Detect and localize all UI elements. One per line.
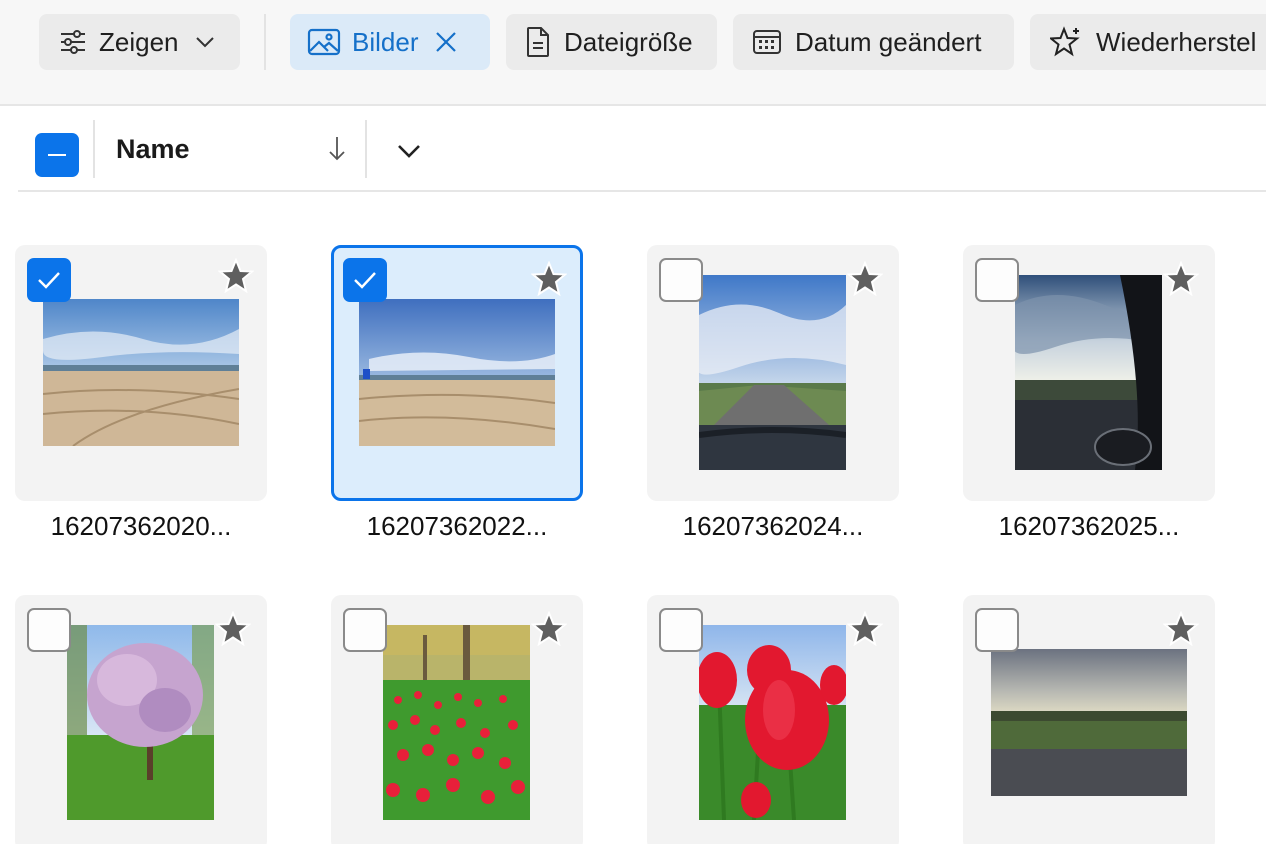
toolbar-divider xyxy=(264,14,266,70)
file-name: 16207362024... xyxy=(682,511,864,541)
file-checkbox[interactable] xyxy=(975,608,1019,652)
document-icon xyxy=(520,24,556,60)
file-checkbox[interactable] xyxy=(27,608,71,652)
file-tile[interactable] xyxy=(15,595,267,844)
close-icon[interactable] xyxy=(428,24,464,60)
file-size-filter-button[interactable]: Dateigröße xyxy=(506,14,717,70)
file-tile[interactable] xyxy=(963,245,1215,501)
image-icon xyxy=(306,24,342,60)
file-checkbox[interactable] xyxy=(343,608,387,652)
favorite-star-icon[interactable] xyxy=(217,257,255,294)
file-tile[interactable] xyxy=(647,245,899,501)
file-checkbox[interactable] xyxy=(659,258,703,302)
column-header-row: Name xyxy=(18,106,1266,192)
calendar-icon xyxy=(749,24,785,60)
chevron-down-icon xyxy=(187,24,223,60)
file-checkbox[interactable] xyxy=(343,258,387,302)
restore-filter-label: Wiederherstel xyxy=(1096,26,1257,57)
file-size-filter-label: Dateigröße xyxy=(564,26,693,57)
date-modified-filter-label: Datum geändert xyxy=(795,26,982,57)
file-name: 16207362022... xyxy=(366,511,548,541)
images-filter-chip[interactable]: Bilder xyxy=(290,14,490,70)
favorite-star-icon[interactable] xyxy=(530,610,568,647)
favorite-star-icon[interactable] xyxy=(530,260,568,297)
blossom-tree-thumbnail xyxy=(67,625,214,820)
show-filter-button[interactable]: Zeigen xyxy=(39,14,240,70)
file-tile-selected[interactable] xyxy=(331,245,583,501)
header-divider xyxy=(365,120,367,178)
images-filter-label: Bilder xyxy=(352,26,419,57)
sliders-icon xyxy=(55,24,91,60)
file-tile[interactable] xyxy=(331,595,583,844)
file-checkbox[interactable] xyxy=(659,608,703,652)
beach-thumbnail xyxy=(43,299,239,446)
favorite-star-icon[interactable] xyxy=(1162,610,1200,647)
chevron-down-icon[interactable] xyxy=(394,136,424,166)
favorite-star-icon[interactable] xyxy=(214,610,252,647)
file-tile[interactable] xyxy=(963,595,1215,844)
header-divider xyxy=(93,120,95,178)
select-all-checkbox[interactable] xyxy=(35,133,79,177)
restore-filter-button[interactable]: Wiederherstel xyxy=(1030,14,1266,70)
filter-toolbar: Zeigen Bilder Dateigröße Datum geändert … xyxy=(0,0,1266,106)
beach-thumbnail xyxy=(359,299,555,446)
tulip-field-thumbnail xyxy=(383,625,530,820)
sort-arrow-down-icon[interactable] xyxy=(324,134,350,164)
file-checkbox[interactable] xyxy=(975,258,1019,302)
star-sparkle-icon xyxy=(1048,24,1084,60)
file-checkbox[interactable] xyxy=(27,258,71,302)
date-modified-filter-button[interactable]: Datum geändert xyxy=(733,14,1014,70)
favorite-star-icon[interactable] xyxy=(846,610,884,647)
file-tile[interactable] xyxy=(647,595,899,844)
red-tulips-thumbnail xyxy=(699,625,846,820)
sort-column-label[interactable]: Name xyxy=(116,134,190,165)
car-window-sky-thumbnail xyxy=(1015,275,1162,470)
file-name: 16207362025... xyxy=(998,511,1180,541)
favorite-star-icon[interactable] xyxy=(1162,260,1200,297)
road-thumbnail xyxy=(699,275,846,470)
overcast-field-thumbnail xyxy=(991,649,1187,796)
show-filter-label: Zeigen xyxy=(99,26,179,57)
favorite-star-icon[interactable] xyxy=(846,260,884,297)
file-name: 16207362020... xyxy=(50,511,232,541)
file-tile[interactable] xyxy=(15,245,267,501)
